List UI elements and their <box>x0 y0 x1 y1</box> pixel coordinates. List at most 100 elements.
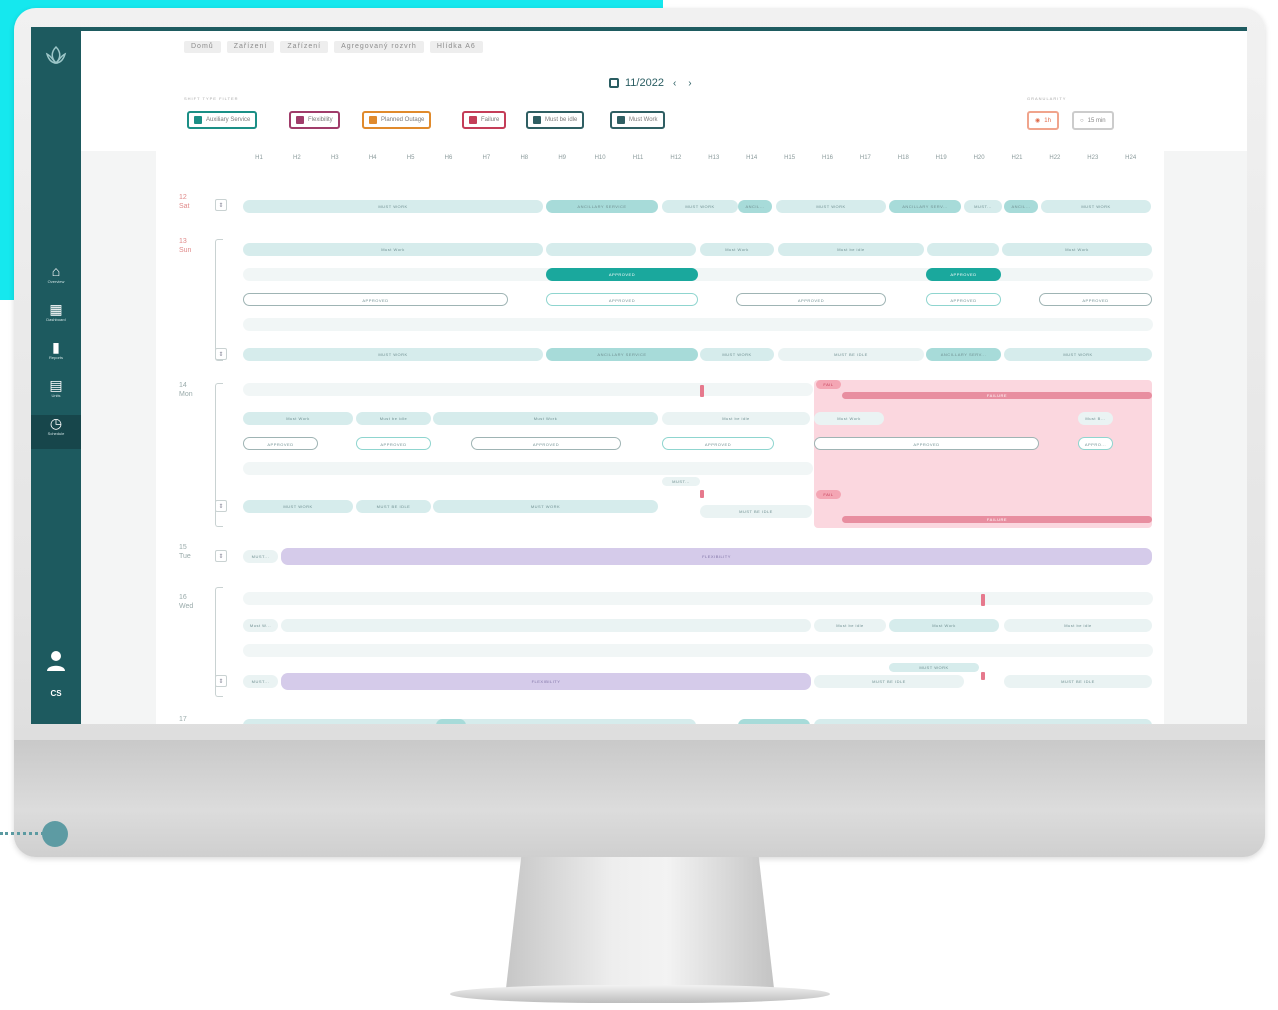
approved-bar[interactable]: APPROVED <box>546 268 698 281</box>
shift-bar-must-work[interactable]: Must Work <box>243 412 353 425</box>
shift-bar-must-be-idle[interactable]: MUST BE IDLE <box>356 500 431 513</box>
failure-marker[interactable] <box>700 385 704 397</box>
shift-bar-must-be-idle[interactable]: MUST BE IDLE <box>814 675 964 688</box>
expand-toggle[interactable]: ⇕ <box>215 199 227 211</box>
calendar-icon[interactable] <box>609 78 619 88</box>
shift-bar-ancillary[interactable]: ANCILLARY SERVICE <box>546 348 698 361</box>
nav-item-units[interactable]: ▤ Units <box>31 377 81 411</box>
shift-bar-must-work[interactable]: MUST WORK <box>1004 348 1152 361</box>
shift-bar-must-work[interactable]: Must Work <box>889 619 999 632</box>
shift-bar[interactable] <box>281 619 811 632</box>
shift-bar-must-work[interactable]: Must Work <box>814 412 884 425</box>
flexibility-bar[interactable]: FLEXIBILITY <box>281 548 1152 565</box>
fail-bar[interactable]: FAIL <box>816 490 841 499</box>
approved-outline-bar[interactable]: APPRO... <box>1078 437 1113 450</box>
approved-outline-bar[interactable]: APPROVED <box>471 437 621 450</box>
shift-bar-must-be-idle[interactable]: MUST BE IDLE <box>778 348 924 361</box>
shift-bar[interactable] <box>471 719 696 724</box>
expand-toggle[interactable]: ⇕ <box>215 550 227 562</box>
shift-bar-must-work[interactable]: MUST WORK <box>243 500 353 513</box>
shift-bar-must-work[interactable]: Must Work <box>243 243 543 256</box>
approved-outline-bar[interactable]: APPROVED <box>814 437 1039 450</box>
shift-bar-ancillary[interactable]: ANCILLARY SERV... <box>889 200 961 213</box>
failure-marker[interactable] <box>981 594 985 606</box>
breadcrumb-item[interactable]: Agregovaný rozvrh <box>334 41 424 53</box>
user-icon[interactable] <box>46 650 66 672</box>
shift-bar-must-work[interactable]: Must Work <box>433 412 658 425</box>
shift-bar-must-work[interactable]: MUST... <box>243 675 278 688</box>
shift-bar[interactable] <box>436 719 466 724</box>
flexibility-bar[interactable]: FLEXIBILITY <box>281 673 811 690</box>
shift-bar-must-work[interactable]: MUST WORK <box>433 500 658 513</box>
nav-item-schedule[interactable]: ◷ Schedule <box>31 415 81 449</box>
expand-toggle[interactable]: ⇕ <box>215 675 227 687</box>
bar-chart-icon: ▮ <box>52 339 60 355</box>
chevron-left-icon[interactable]: ‹ <box>670 78 679 89</box>
failure-marker[interactable] <box>700 490 704 498</box>
breadcrumb-item[interactable]: Zařízení <box>280 41 329 53</box>
shift-bar-ancillary[interactable]: ANCILLARY SERVICE <box>546 200 658 213</box>
filter-chip-planned-outage[interactable]: Planned Outage <box>362 111 432 129</box>
failure-marker[interactable] <box>981 672 985 680</box>
shift-bar-must-be-idle[interactable]: Must be idle <box>1004 619 1152 632</box>
lotus-logo-icon[interactable] <box>43 43 69 69</box>
filter-chip-must-work[interactable]: Must Work <box>610 111 665 129</box>
shift-bar-must-be-idle[interactable]: MUST BE IDLE <box>700 505 812 518</box>
failure-bar[interactable]: FAILURE <box>842 516 1152 523</box>
filter-chip-must-be-idle[interactable]: Must be idle <box>526 111 585 129</box>
shift-bar-must-be-idle[interactable]: MUST BE IDLE <box>1004 675 1152 688</box>
shift-bar-must-work[interactable]: MUST WORK <box>243 348 543 361</box>
shift-bar-ancillary[interactable]: ANCIL... <box>738 200 772 213</box>
approved-outline-bar[interactable]: APPROVED <box>243 293 508 306</box>
shift-bar[interactable] <box>927 243 999 256</box>
shift-bar-must-work[interactable]: Must Work <box>1002 243 1152 256</box>
shift-bar-must-work[interactable]: MUST WORK <box>1041 200 1151 213</box>
shift-bar-must-be-idle[interactable]: Must be idle <box>778 243 924 256</box>
shift-bar-must-work[interactable]: MUST... <box>964 200 1002 213</box>
shift-bar-must-be-idle[interactable]: Must be idle <box>814 619 886 632</box>
shift-bar-must-work[interactable]: MUST WORK <box>776 200 886 213</box>
fail-bar[interactable]: FAIL <box>816 380 841 389</box>
approved-outline-bar[interactable]: APPROVED <box>356 437 431 450</box>
approved-outline-bar[interactable]: APPROVED <box>1039 293 1152 306</box>
shift-bar-must-work[interactable]: MUST WORK <box>889 663 979 672</box>
language-switch[interactable]: CS <box>31 689 81 698</box>
shift-bar-must-work[interactable]: Must B... <box>1078 412 1113 425</box>
shift-bar-must-work[interactable]: MUST... <box>243 550 278 563</box>
granularity-1h-toggle[interactable]: ◉ 1h <box>1027 111 1059 130</box>
nav-item-overview[interactable]: ⌂ Overview <box>31 263 81 297</box>
nav-item-dashboard[interactable]: ▦ Dashboard <box>31 301 81 335</box>
granularity-15min-toggle[interactable]: ○ 15 min <box>1072 111 1114 130</box>
nav-item-reports[interactable]: ▮ Reports <box>31 339 81 373</box>
filter-chip-failure[interactable]: Failure <box>462 111 507 129</box>
shift-bar-must-work[interactable]: MUST WORK <box>700 348 774 361</box>
hour-label: H20 <box>973 155 985 161</box>
shift-bar-ancillary[interactable]: ANCIL... <box>1004 200 1038 213</box>
filter-chip-flexibility[interactable]: Flexibility <box>289 111 340 129</box>
approved-outline-bar[interactable]: APPROVED <box>926 293 1001 306</box>
shift-bar-must-work[interactable]: MUST WORK <box>243 200 543 213</box>
approved-bar[interactable]: APPROVED <box>926 268 1001 281</box>
breadcrumb-item[interactable]: Domů <box>184 41 221 53</box>
shift-bar[interactable] <box>546 243 696 256</box>
breadcrumb-item[interactable]: Hlídka A6 <box>429 41 483 53</box>
approved-outline-bar[interactable]: APPROVED <box>662 437 774 450</box>
expand-toggle[interactable]: ⇕ <box>215 500 227 512</box>
failure-bar[interactable]: FAILURE <box>842 392 1152 399</box>
chevron-right-icon[interactable]: › <box>685 78 694 89</box>
approved-outline-bar[interactable]: APPROVED <box>736 293 886 306</box>
approved-outline-bar[interactable]: APPROVED <box>243 437 318 450</box>
shift-bar-must-be-idle[interactable]: Must be idle <box>356 412 431 425</box>
shift-bar[interactable] <box>814 719 1152 724</box>
expand-toggle[interactable]: ⇕ <box>215 348 227 360</box>
shift-bar-must-work[interactable]: Must Work <box>700 243 774 256</box>
approved-outline-bar[interactable]: APPROVED <box>546 293 698 306</box>
shift-bar-must-be-idle[interactable]: Must be idle <box>662 412 810 425</box>
shift-bar-must-work[interactable]: Must W... <box>243 619 278 632</box>
shift-bar-must-work[interactable]: MUST WORK <box>662 200 738 213</box>
shift-bar[interactable] <box>738 719 810 724</box>
shift-bar-must-work[interactable]: MUST... <box>662 477 700 486</box>
shift-bar-ancillary[interactable]: ANCILLARY SERV... <box>926 348 1001 361</box>
filter-chip-auxiliary-service[interactable]: Auxiliary Service <box>187 111 258 129</box>
breadcrumb-item[interactable]: Zařízení <box>226 41 275 53</box>
